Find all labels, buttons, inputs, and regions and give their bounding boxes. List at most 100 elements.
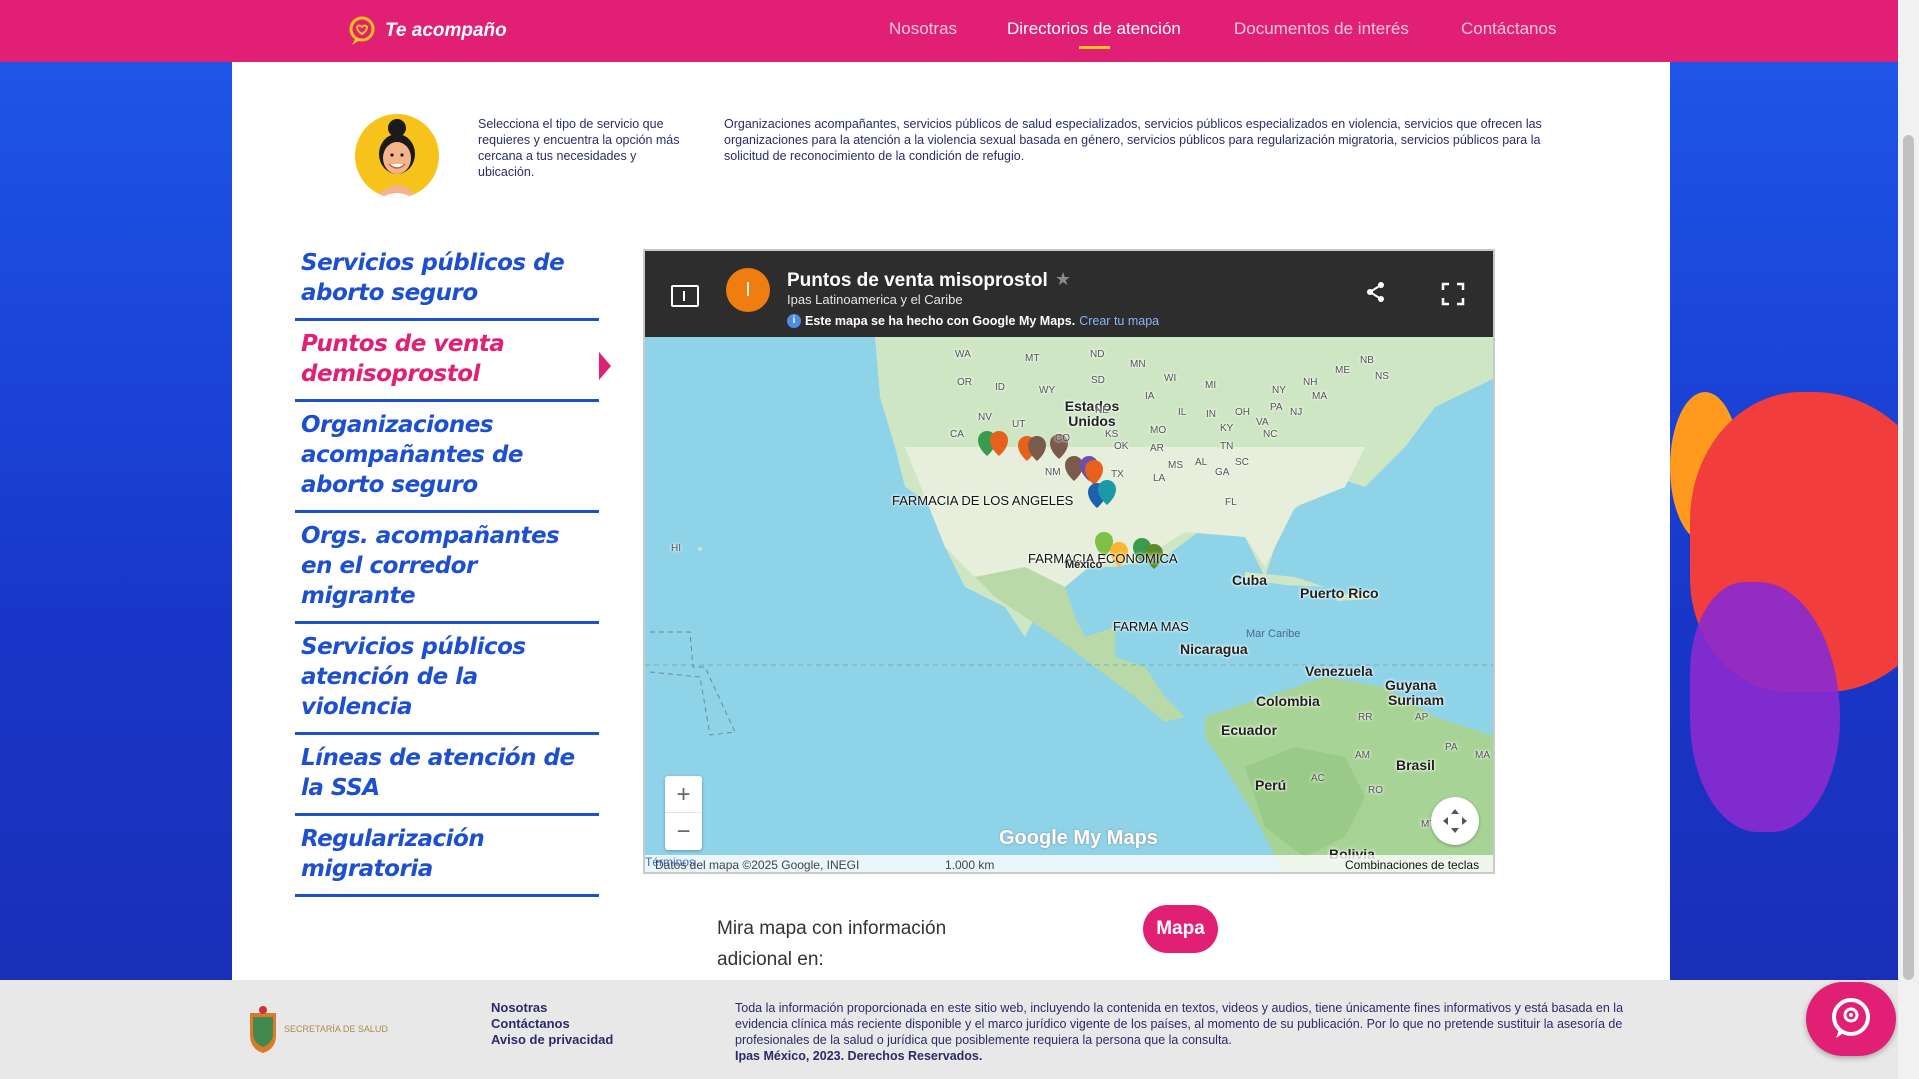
nav-directorios[interactable]: Directorios de atención bbox=[1007, 19, 1181, 39]
background-left bbox=[0, 62, 232, 980]
expand-arrows-icon bbox=[1443, 809, 1467, 833]
map-state-label: WI bbox=[1164, 373, 1177, 384]
recenter-button[interactable] bbox=[1431, 797, 1479, 845]
map-owner-badge: I bbox=[726, 268, 770, 312]
chat-heart-icon bbox=[349, 16, 375, 45]
site-logo[interactable]: Te acompaño bbox=[347, 15, 507, 47]
map-state-label: TN bbox=[1220, 441, 1234, 452]
directory-menu: Servicios públicos de aborto seguro Punt… bbox=[295, 240, 599, 897]
map-state-label: RR bbox=[1358, 712, 1373, 723]
map-canvas[interactable]: Estados Unidos FARMACIA DE LOS ANGELES F… bbox=[645, 337, 1493, 872]
footer-links: Nosotras Contáctanos Aviso de privacidad bbox=[491, 1000, 613, 1048]
map-state-label: FL bbox=[1225, 497, 1237, 508]
map-state-label: KS bbox=[1105, 429, 1119, 440]
map-label-ecuador: Ecuador bbox=[1221, 722, 1278, 738]
map-marker-label: FARMA MAS bbox=[1113, 619, 1189, 634]
embedded-map[interactable]: I Puntos de venta misoprostol ★ Ipas Lat… bbox=[643, 249, 1495, 874]
scrollbar-thumb[interactable] bbox=[1903, 135, 1914, 980]
menu-item-violencia[interactable]: Servicios públicos atención de la violen… bbox=[295, 624, 599, 735]
map-state-label: PA bbox=[1445, 742, 1458, 753]
zoom-in-button[interactable]: + bbox=[665, 776, 702, 813]
map-state-label: OR bbox=[957, 377, 972, 388]
map-state-label: ND bbox=[1090, 349, 1105, 360]
map-scale: 1.000 km bbox=[945, 858, 995, 872]
map-state-label: NS bbox=[1375, 371, 1389, 382]
fullscreen-icon[interactable] bbox=[1441, 282, 1465, 306]
map-subtitle: Ipas Latinoamerica y el Caribe bbox=[787, 292, 963, 307]
map-state-label: IN bbox=[1206, 409, 1216, 420]
map-label-surinam: Surinam bbox=[1388, 692, 1445, 708]
copyright-text: Ipas México, 2023. Derechos Reservados. bbox=[735, 1049, 983, 1063]
map-state-label: MA bbox=[1475, 750, 1490, 761]
map-state-label: WY bbox=[1039, 385, 1056, 396]
menu-item-regularizacion[interactable]: Regularización migratoria bbox=[295, 816, 599, 897]
active-arrow-icon bbox=[599, 352, 611, 380]
map-label-hawaii: HI bbox=[671, 543, 681, 554]
share-icon[interactable] bbox=[1365, 281, 1387, 303]
map-state-label: TX bbox=[1111, 469, 1124, 480]
menu-item-organizaciones[interactable]: Organizaciones acompañantes de aborto se… bbox=[295, 402, 599, 513]
map-state-label: MT bbox=[1025, 353, 1040, 364]
map-button[interactable]: Mapa bbox=[1143, 905, 1218, 953]
map-state-label: AP bbox=[1415, 712, 1429, 723]
intro-instructions: Selecciona el tipo de servicio que requi… bbox=[478, 117, 680, 179]
map-label-venezuela: Venezuela bbox=[1305, 663, 1373, 679]
intro-description: Organizaciones acompañantes, servicios p… bbox=[724, 117, 1542, 163]
map-state-label: NB bbox=[1360, 355, 1374, 366]
map-state-label: ID bbox=[995, 382, 1005, 393]
menu-item-puntos-venta[interactable]: Puntos de venta demisoprostol bbox=[295, 321, 599, 402]
map-state-label: VA bbox=[1256, 417, 1269, 428]
map-state-label: AR bbox=[1150, 443, 1164, 454]
map-state-label: NY bbox=[1272, 385, 1286, 396]
footer-logo-text: SECRETARÍA DE SALUD bbox=[284, 1024, 388, 1034]
page-scrollbar[interactable] bbox=[1898, 0, 1919, 1079]
background-right bbox=[1670, 62, 1898, 980]
create-map-link[interactable]: Crear tu mapa bbox=[1079, 314, 1159, 328]
map-label-guyana: Guyana bbox=[1385, 677, 1437, 693]
footer-link-privacidad[interactable]: Aviso de privacidad bbox=[491, 1032, 613, 1048]
map-state-label: LA bbox=[1153, 473, 1166, 484]
map-label-colombia: Colombia bbox=[1256, 693, 1320, 709]
woman-avatar-icon bbox=[375, 119, 419, 198]
zoom-out-button[interactable]: − bbox=[665, 813, 702, 850]
map-state-label: IA bbox=[1145, 391, 1155, 402]
map-state-label: AL bbox=[1195, 457, 1208, 468]
map-state-label: RO bbox=[1368, 785, 1383, 796]
map-label-brasil: Brasil bbox=[1396, 757, 1435, 773]
nav-contactanos[interactable]: Contáctanos bbox=[1461, 19, 1556, 39]
nav-active-indicator bbox=[1079, 46, 1110, 49]
menu-item-aborto-seguro[interactable]: Servicios públicos de aborto seguro bbox=[295, 240, 599, 321]
map-state-label: MA bbox=[1312, 391, 1327, 402]
map-state-label: OK bbox=[1114, 441, 1129, 452]
site-header: Te acompaño Nosotras Directorios de aten… bbox=[0, 0, 1898, 62]
map-state-label: WA bbox=[955, 349, 971, 360]
star-icon[interactable]: ★ bbox=[1055, 269, 1071, 290]
chat-icon bbox=[1832, 998, 1870, 1038]
map-state-label: KY bbox=[1220, 423, 1234, 434]
map-state-label: MS bbox=[1168, 460, 1183, 471]
map-label-caribbean: Mar Caribe bbox=[1246, 628, 1301, 640]
google-my-maps-logo: Google My Maps bbox=[999, 827, 1158, 849]
chat-button[interactable] bbox=[1806, 982, 1896, 1056]
zoom-controls: + − bbox=[665, 776, 702, 850]
footer-link-contactanos[interactable]: Contáctanos bbox=[491, 1016, 613, 1032]
keyboard-shortcuts-link[interactable]: Combinaciones de teclas bbox=[1345, 858, 1479, 872]
menu-item-corredor-migrante[interactable]: Orgs. acompañantes en el corredor migran… bbox=[295, 513, 599, 624]
map-label-nicaragua: Nicaragua bbox=[1180, 641, 1248, 657]
footer-disclaimer: Toda la información proporcionada en est… bbox=[735, 1000, 1655, 1064]
map-attribution-bar: Datos del mapa ©2025 Google, INEGI Térmi… bbox=[645, 855, 1493, 872]
nav-nosotras[interactable]: Nosotras bbox=[889, 19, 957, 39]
logo-text: Te acompaño bbox=[385, 20, 507, 41]
footer-link-nosotras[interactable]: Nosotras bbox=[491, 1000, 613, 1016]
map-label-peru: Perú bbox=[1255, 777, 1287, 793]
nav-documentos[interactable]: Documentos de interés bbox=[1234, 19, 1409, 39]
map-state-label: AM bbox=[1355, 750, 1370, 761]
map-legend-toggle-icon[interactable] bbox=[671, 285, 699, 307]
map-attribution: Datos del mapa ©2025 Google, INEGI bbox=[655, 858, 860, 872]
map-state-label: CO bbox=[1055, 433, 1070, 444]
map-state-label: NM bbox=[1045, 467, 1061, 478]
menu-item-lineas-ssa[interactable]: Líneas de atención de la SSA bbox=[295, 735, 599, 816]
map-state-label: ME bbox=[1335, 365, 1350, 376]
coat-of-arms-icon bbox=[250, 1006, 276, 1053]
map-state-label: MN bbox=[1130, 359, 1146, 370]
